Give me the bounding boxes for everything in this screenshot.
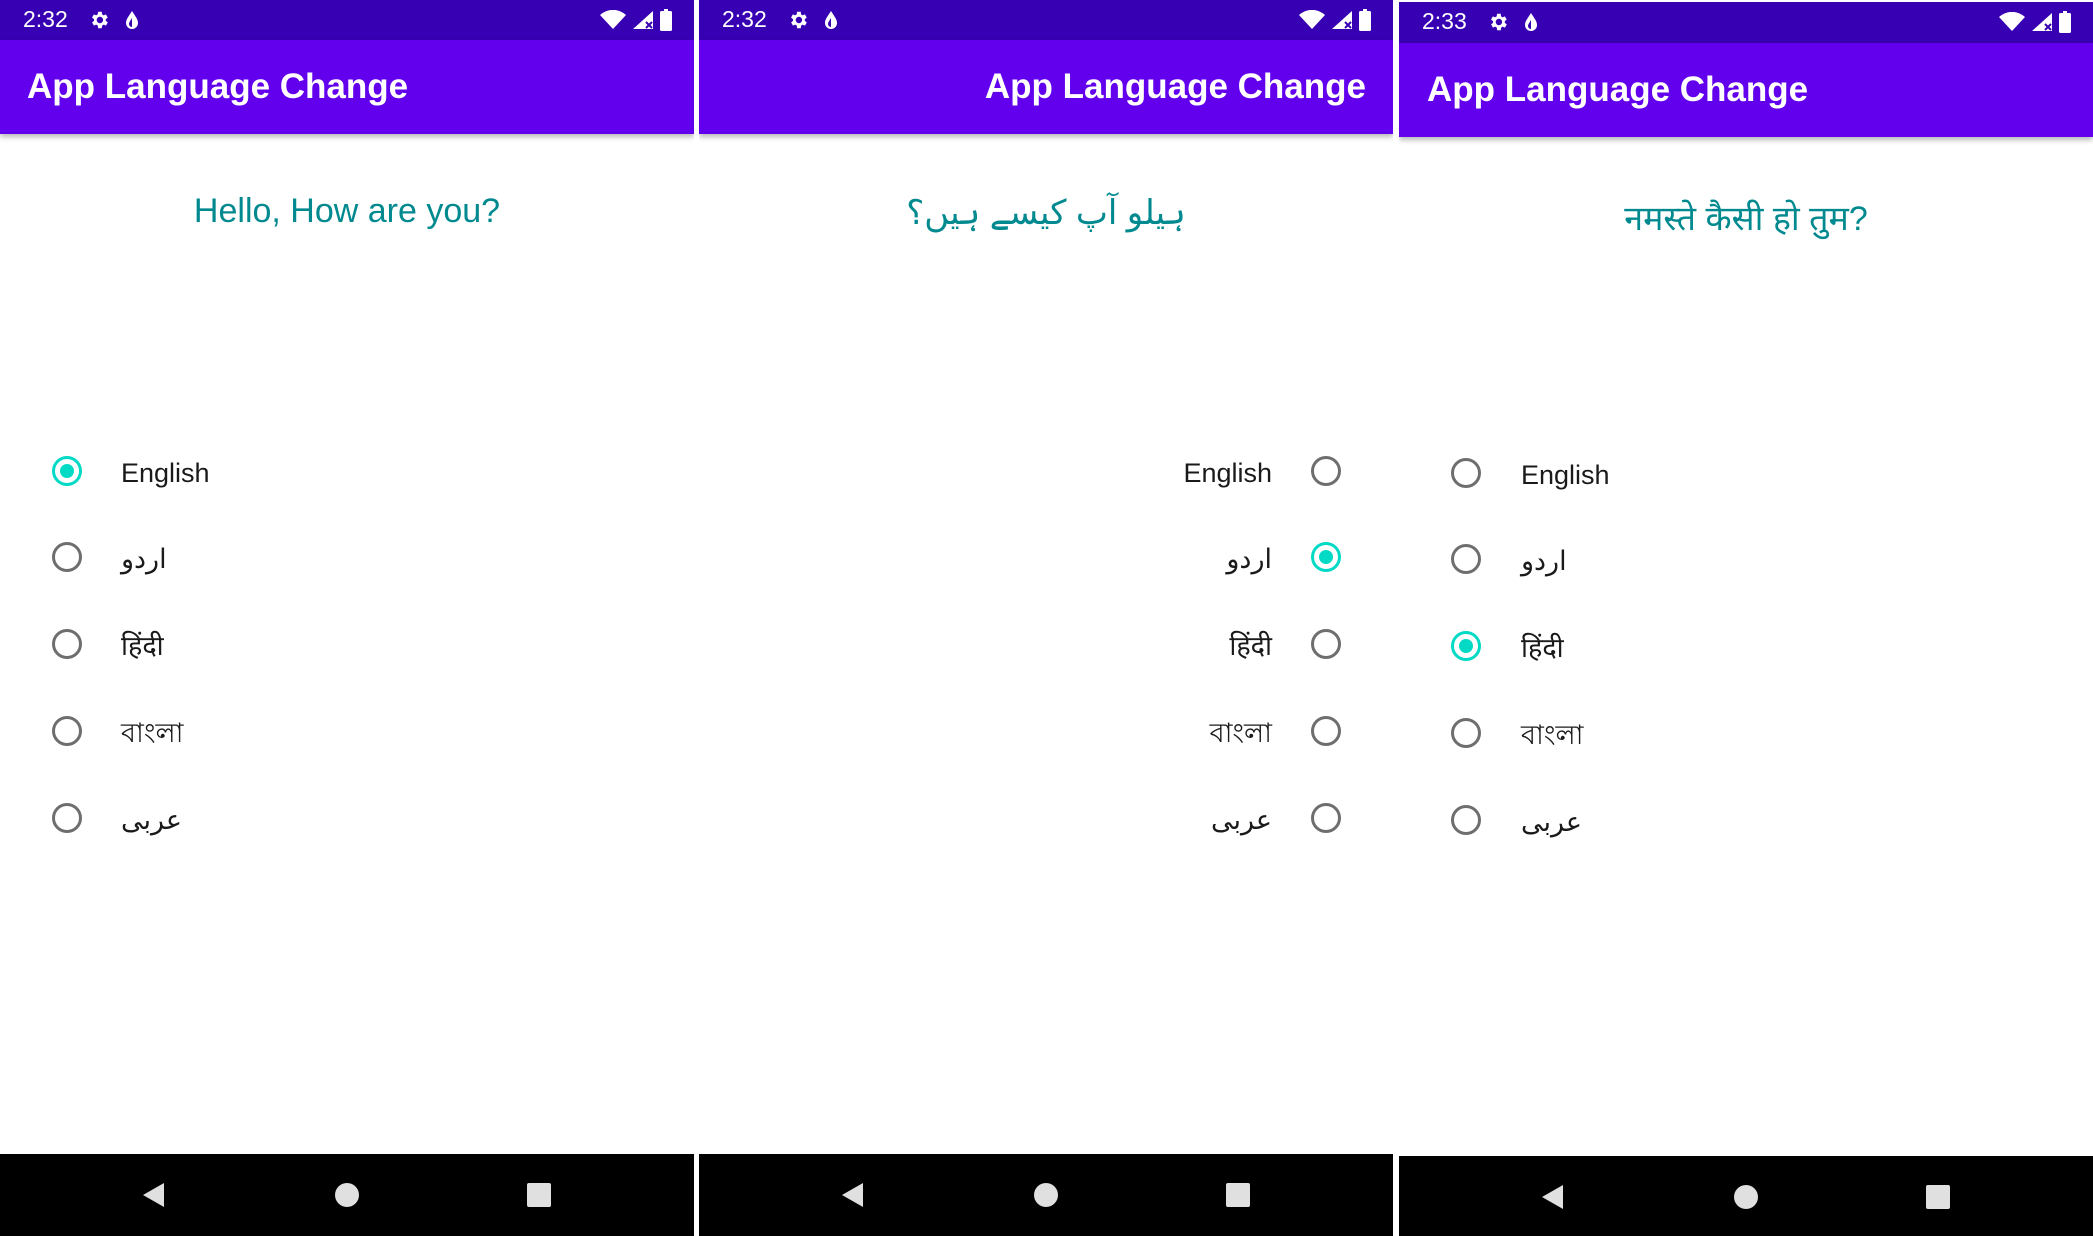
greeting-text: नमस्ते कैसी हो तुम? <box>1624 200 1868 238</box>
radio-option-urdu[interactable]: اردو <box>699 516 1393 602</box>
home-circle-icon[interactable] <box>1716 1156 1776 1236</box>
data-saver-icon <box>823 10 839 30</box>
radio-option-arabic[interactable]: عربى <box>699 777 1393 863</box>
radio-button-checked[interactable] <box>1451 631 1481 661</box>
data-saver-icon <box>124 10 140 30</box>
recents-square-icon[interactable] <box>509 1154 569 1236</box>
radio-option-bangla[interactable]: বাংলা <box>699 690 1393 776</box>
radio-option-hindi[interactable]: हिंदी <box>0 603 694 689</box>
radio-label: اردو <box>1226 544 1272 574</box>
status-bar: 2:32 <box>699 0 1393 40</box>
radio-option-bangla[interactable]: বাংলা <box>1399 692 2093 778</box>
app-title: App Language Change <box>27 67 409 106</box>
radio-label: বাংলা <box>1521 720 1584 750</box>
wifi-icon <box>1999 12 2025 32</box>
battery-icon <box>2059 11 2071 33</box>
radio-button[interactable] <box>1311 803 1341 833</box>
phone-screen-urdu: 2:32 App Language Change ہیلو آپ کیسے ہی… <box>699 0 1393 1236</box>
status-bar: 2:32 <box>0 0 694 40</box>
radio-option-bangla[interactable]: বাংলা <box>0 690 694 776</box>
greeting-text: ہیلو آپ کیسے ہیں؟ <box>906 194 1186 232</box>
radio-label: اردو <box>121 544 167 574</box>
navigation-bar <box>699 1154 1393 1236</box>
radio-button[interactable] <box>1451 805 1481 835</box>
app-bar: App Language Change <box>699 40 1393 134</box>
app-title: App Language Change <box>984 67 1366 106</box>
navigation-bar <box>1399 1156 2093 1236</box>
radio-button[interactable] <box>52 629 82 659</box>
battery-icon <box>1359 9 1371 31</box>
radio-label: English <box>1183 458 1272 488</box>
radio-button[interactable] <box>1311 716 1341 746</box>
radio-button[interactable] <box>1451 718 1481 748</box>
radio-button-checked[interactable] <box>52 456 82 486</box>
radio-button[interactable] <box>1451 458 1481 488</box>
radio-label: हिंदी <box>1229 631 1272 661</box>
radio-label: বাংলা <box>1209 718 1272 748</box>
radio-label: عربى <box>121 805 183 835</box>
status-time: 2:33 <box>1422 8 1467 34</box>
status-time: 2:32 <box>23 6 68 32</box>
radio-label: বাংলা <box>121 718 184 748</box>
cell-signal-icon <box>2031 12 2053 32</box>
radio-option-arabic[interactable]: عربى <box>0 777 694 863</box>
wifi-icon <box>600 10 626 30</box>
recents-square-icon[interactable] <box>1908 1156 1968 1236</box>
radio-label: हिंदी <box>121 631 164 661</box>
battery-icon <box>660 9 672 31</box>
greeting-text: Hello, How are you? <box>193 192 501 230</box>
app-title: App Language Change <box>1427 70 1809 109</box>
radio-button[interactable] <box>1311 629 1341 659</box>
home-circle-icon[interactable] <box>317 1154 377 1236</box>
radio-option-urdu[interactable]: اردو <box>0 516 694 602</box>
wifi-icon <box>1299 10 1325 30</box>
status-bar: 2:33 <box>1399 2 2093 43</box>
radio-button[interactable] <box>52 716 82 746</box>
radio-button[interactable] <box>52 542 82 572</box>
radio-label: English <box>1521 460 1610 490</box>
screenshot-stage: 2:32 App Language Change Hello, How are … <box>0 0 2093 1236</box>
radio-label: عربى <box>1521 807 1583 837</box>
radio-button[interactable] <box>52 803 82 833</box>
status-time: 2:32 <box>722 6 767 32</box>
radio-option-english[interactable]: English <box>1399 432 2093 518</box>
radio-option-urdu[interactable]: اردو <box>1399 518 2093 604</box>
recents-square-icon[interactable] <box>1208 1154 1268 1236</box>
radio-label: English <box>121 458 210 488</box>
settings-gear-icon <box>88 9 110 31</box>
radio-button[interactable] <box>1311 456 1341 486</box>
cell-signal-icon <box>1331 10 1353 30</box>
radio-option-english[interactable]: English <box>699 430 1393 516</box>
phone-screen-english: 2:32 App Language Change Hello, How are … <box>0 0 694 1236</box>
radio-option-hindi[interactable]: हिंदी <box>699 603 1393 689</box>
app-bar: App Language Change <box>1399 43 2093 137</box>
home-circle-icon[interactable] <box>1016 1154 1076 1236</box>
radio-option-arabic[interactable]: عربى <box>1399 779 2093 865</box>
radio-button-checked[interactable] <box>1311 542 1341 572</box>
radio-button[interactable] <box>1451 544 1481 574</box>
radio-label: اردو <box>1521 546 1567 576</box>
settings-gear-icon <box>787 9 809 31</box>
back-triangle-icon[interactable] <box>823 1154 883 1236</box>
radio-option-english[interactable]: English <box>0 430 694 516</box>
radio-label: हिंदी <box>1521 633 1564 663</box>
data-saver-icon <box>1523 12 1539 32</box>
app-bar: App Language Change <box>0 40 694 134</box>
radio-option-hindi[interactable]: हिंदी <box>1399 605 2093 691</box>
navigation-bar <box>0 1154 694 1236</box>
radio-label: عربى <box>1210 805 1272 835</box>
back-triangle-icon[interactable] <box>1523 1156 1583 1236</box>
phone-screen-hindi: 2:33 App Language Change नमस्ते कैसी हो … <box>1399 0 2093 1236</box>
cell-signal-icon <box>632 10 654 30</box>
back-triangle-icon[interactable] <box>124 1154 184 1236</box>
settings-gear-icon <box>1487 11 1509 33</box>
